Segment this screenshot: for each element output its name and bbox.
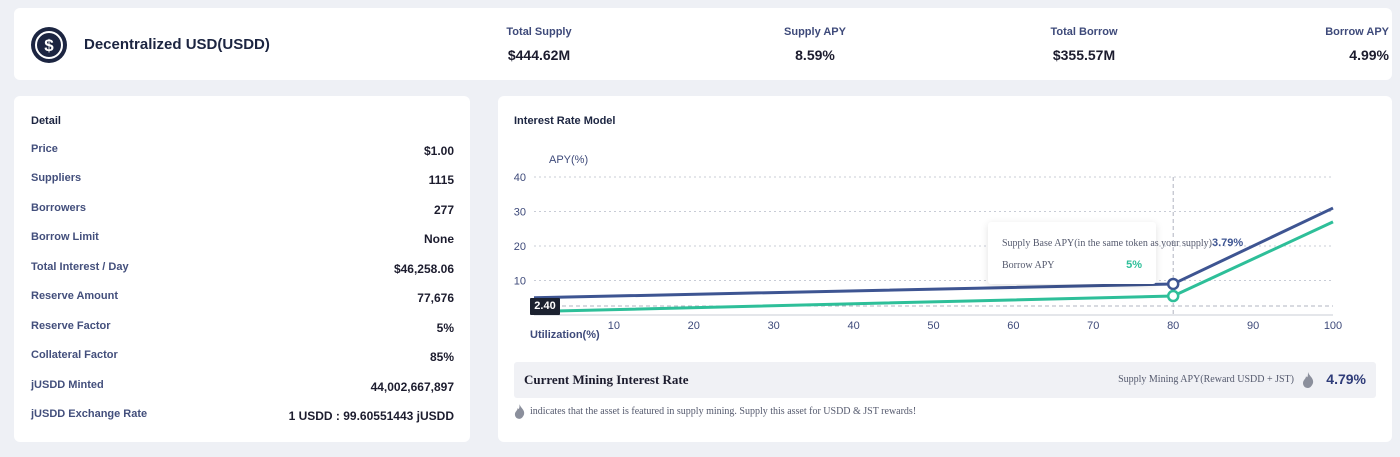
mining-title: Current Mining Interest Rate xyxy=(524,372,689,387)
borrow-apy-line xyxy=(533,220,1334,314)
flame-icon xyxy=(514,404,525,419)
detail-label: Reserve Amount xyxy=(31,290,119,302)
usdd-logo-icon: $ xyxy=(31,27,67,63)
mining-rate-bar: Current Mining Interest Rate Supply Mini… xyxy=(514,362,1376,398)
detail-value: $1.00 xyxy=(423,144,454,158)
detail-label: Borrowers xyxy=(31,202,87,214)
flame-icon xyxy=(1303,372,1314,388)
mining-value: 4.79% xyxy=(1326,371,1366,387)
detail-label: jUSDD Exchange Rate xyxy=(31,408,148,420)
interest-rate-chart[interactable]: 10 20 30 40 10 20 30 40 50 60 70 80 90 100 APY(%) Utili… xyxy=(498,96,1392,358)
tooltip-supply-label: Supply Base APY(in the same token as you… xyxy=(1002,238,1212,249)
borrow-apy-marker xyxy=(1166,289,1180,303)
crosshair-y-label: 2.40 xyxy=(530,298,560,315)
detail-row-exchange-rate: jUSDD Exchange Rate 1 USDD : 99.60551443… xyxy=(31,408,454,424)
x-tick-label: 80 xyxy=(1167,320,1179,332)
stat-label: Total Borrow xyxy=(1050,26,1118,38)
x-tick-label: 20 xyxy=(688,320,700,332)
mining-label: Supply Mining APY(Reward USDD + JST) xyxy=(1118,374,1294,385)
detail-label: Suppliers xyxy=(31,172,82,184)
x-tick-label: 50 xyxy=(927,320,939,332)
detail-row-suppliers: Suppliers 1115 xyxy=(31,172,454,188)
detail-value: 1 USDD : 99.60551443 jUSDD xyxy=(288,409,454,423)
detail-value: 85% xyxy=(429,350,454,364)
x-axis-title: Utilization(%) xyxy=(530,329,600,341)
tooltip-borrow-label: Borrow APY xyxy=(1002,260,1055,271)
detail-value: 5% xyxy=(436,321,454,335)
detail-label: jUSDD Minted xyxy=(31,379,104,391)
detail-row-reserve-amount: Reserve Amount 77,676 xyxy=(31,290,454,306)
x-tick-label: 60 xyxy=(1007,320,1019,332)
stat-label: Supply APY xyxy=(784,26,846,38)
x-tick-label: 40 xyxy=(847,320,859,332)
tooltip-supply-value: 3.79% xyxy=(1211,237,1244,249)
stat-label: Borrow APY xyxy=(1325,26,1389,38)
stat-label: Total Supply xyxy=(506,26,572,38)
y-axis-title: APY(%) xyxy=(549,154,588,166)
x-tick-label: 30 xyxy=(768,320,780,332)
x-tick-label: 70 xyxy=(1087,320,1099,332)
detail-row-collateral-factor: Collateral Factor 85% xyxy=(31,349,454,365)
detail-row-borrow-limit: Borrow Limit None xyxy=(31,231,454,247)
y-tick-label: 30 xyxy=(514,207,526,219)
detail-value: $46,258.06 xyxy=(393,262,454,276)
stat-value: $444.62M xyxy=(507,47,571,63)
detail-value: 277 xyxy=(433,203,454,217)
detail-row-borrowers: Borrowers 277 xyxy=(31,202,454,218)
y-tick-label: 40 xyxy=(514,172,526,184)
stat-value: 8.59% xyxy=(795,47,835,63)
detail-label: Collateral Factor xyxy=(31,349,118,361)
tooltip-borrow-row: Borrow APY 5% xyxy=(1002,259,1142,271)
stat-value: 4.99% xyxy=(1349,47,1389,63)
supply-apy-marker xyxy=(1166,277,1180,291)
detail-row-reserve-factor: Reserve Factor 5% xyxy=(31,320,454,336)
x-tick-label: 100 xyxy=(1324,320,1342,332)
stat-total-supply: Total Supply $444.62M xyxy=(484,26,594,63)
detail-label: Price xyxy=(31,143,58,155)
tooltip-borrow-value: 5% xyxy=(1126,259,1142,271)
tooltip-supply-row: Supply Base APY(in the same token as you… xyxy=(1002,237,1243,249)
detail-title: Detail xyxy=(31,115,61,127)
stat-borrow-apy: Borrow APY 4.99% xyxy=(1309,26,1389,63)
detail-card: Detail Price $1.00 Suppliers 1115 Borrow… xyxy=(14,96,470,442)
detail-label: Total Interest / Day xyxy=(31,261,129,273)
stat-total-borrow: Total Borrow $355.57M xyxy=(1029,26,1139,63)
svg-text:$: $ xyxy=(44,36,54,55)
chart-tooltip: Supply Base APY(in the same token as you… xyxy=(988,222,1243,284)
y-tick-label: 20 xyxy=(514,241,526,253)
supply-apy-line xyxy=(533,206,1334,300)
mining-footnote: indicates that the asset is featured in … xyxy=(530,406,917,417)
detail-value: 1115 xyxy=(428,173,454,187)
stat-value: $355.57M xyxy=(1052,47,1116,63)
detail-row-jusdd-minted: jUSDD Minted 44,002,667,897 xyxy=(31,379,454,395)
detail-row-price: Price $1.00 xyxy=(31,143,454,159)
stat-supply-apy: Supply APY 8.59% xyxy=(770,26,860,63)
asset-summary-card: $ Decentralized USD(USDD) Total Supply $… xyxy=(14,8,1392,80)
detail-value: 44,002,667,897 xyxy=(370,380,454,394)
detail-label: Reserve Factor xyxy=(31,320,111,332)
asset-name: Decentralized USD(USDD) xyxy=(84,36,270,53)
detail-label: Borrow Limit xyxy=(31,231,99,243)
detail-value: 77,676 xyxy=(417,291,454,305)
y-tick-label: 10 xyxy=(514,276,526,288)
interest-rate-model-card: Interest Rate Model 10 20 30 40 10 20 30 40 50 60… xyxy=(498,96,1392,442)
x-tick-label: 90 xyxy=(1247,320,1259,332)
detail-row-total-interest: Total Interest / Day $46,258.06 xyxy=(31,261,454,277)
detail-value: None xyxy=(424,232,454,246)
x-tick-label: 10 xyxy=(608,320,620,332)
